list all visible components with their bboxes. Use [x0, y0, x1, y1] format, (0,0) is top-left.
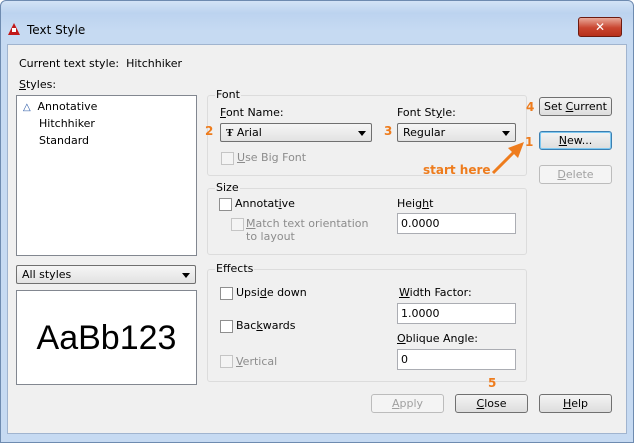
current-style-value: Hitchhiker [126, 57, 183, 70]
annotative-icon: △ [23, 102, 31, 113]
annotative-label: Annotative [235, 197, 295, 210]
effects-group-label: Effects [215, 262, 255, 275]
use-big-font-label: Use Big Font [237, 151, 307, 164]
current-style-label: Current text style: Hitchhiker [19, 57, 183, 70]
list-item-annotative[interactable]: △ Annotative [23, 100, 97, 113]
window-title: Text Style [27, 23, 86, 37]
arrow-annotation-icon [491, 142, 524, 175]
preview-box: AaBb123 [16, 290, 197, 385]
font-style-label: Font Style: [397, 106, 456, 119]
list-item-hitchhiker[interactable]: Hitchhiker [39, 117, 95, 130]
new-button[interactable]: New... [539, 131, 612, 150]
step-3-marker: 3 [384, 124, 393, 138]
vertical-label: Vertical [236, 355, 278, 368]
backwards-label: Backwards [236, 319, 296, 332]
apply-button[interactable]: Apply [371, 394, 444, 413]
width-factor-label: Width Factor: [399, 286, 472, 299]
use-big-font-checkbox[interactable] [221, 152, 234, 165]
close-button[interactable]: Close [455, 394, 528, 413]
truetype-icon: Ŧ [226, 127, 234, 139]
styles-filter-dropdown[interactable]: All styles [16, 265, 196, 284]
match-orientation-label-2: to layout [246, 230, 295, 243]
match-orientation-checkbox[interactable] [231, 218, 244, 231]
chevron-down-icon [358, 131, 366, 136]
step-5-marker: 5 [488, 376, 497, 390]
font-name-label: Font Name: [220, 106, 284, 119]
oblique-angle-label: Oblique Angle: [397, 332, 478, 345]
start-here-annotation: start here [423, 163, 491, 177]
vertical-checkbox[interactable] [220, 355, 233, 368]
list-item-standard[interactable]: Standard [39, 134, 89, 147]
upside-down-checkbox[interactable] [220, 287, 233, 300]
size-group-label: Size [215, 181, 240, 194]
upside-down-label: Upside down [236, 286, 307, 299]
height-label: Height [397, 197, 434, 210]
chevron-down-icon [182, 273, 190, 278]
help-button[interactable]: Help [539, 394, 612, 413]
step-2-marker: 2 [205, 124, 214, 138]
styles-label: Styles: [19, 78, 57, 91]
chevron-down-icon [502, 131, 510, 136]
title-bar[interactable] [1, 1, 631, 29]
close-window-button[interactable]: ✕ [578, 17, 622, 37]
height-field[interactable]: 0.0000 [397, 213, 516, 234]
styles-list[interactable]: △ Annotative Hitchhiker Standard [16, 95, 197, 256]
font-group-label: Font [215, 88, 241, 101]
set-current-button[interactable]: Set Current [539, 97, 612, 116]
match-orientation-label: Match text orientation [246, 217, 369, 230]
width-factor-field[interactable]: 1.0000 [397, 303, 516, 324]
delete-button[interactable]: Delete [539, 165, 612, 184]
preview-text: AaBb123 [36, 319, 177, 357]
font-name-dropdown[interactable]: Ŧ Arial [220, 123, 372, 142]
step-4-marker: 4 [526, 100, 535, 114]
backwards-checkbox[interactable] [220, 320, 233, 333]
annotative-checkbox[interactable] [219, 198, 232, 211]
autocad-logo-icon [8, 23, 20, 35]
oblique-angle-field[interactable]: 0 [397, 349, 516, 370]
